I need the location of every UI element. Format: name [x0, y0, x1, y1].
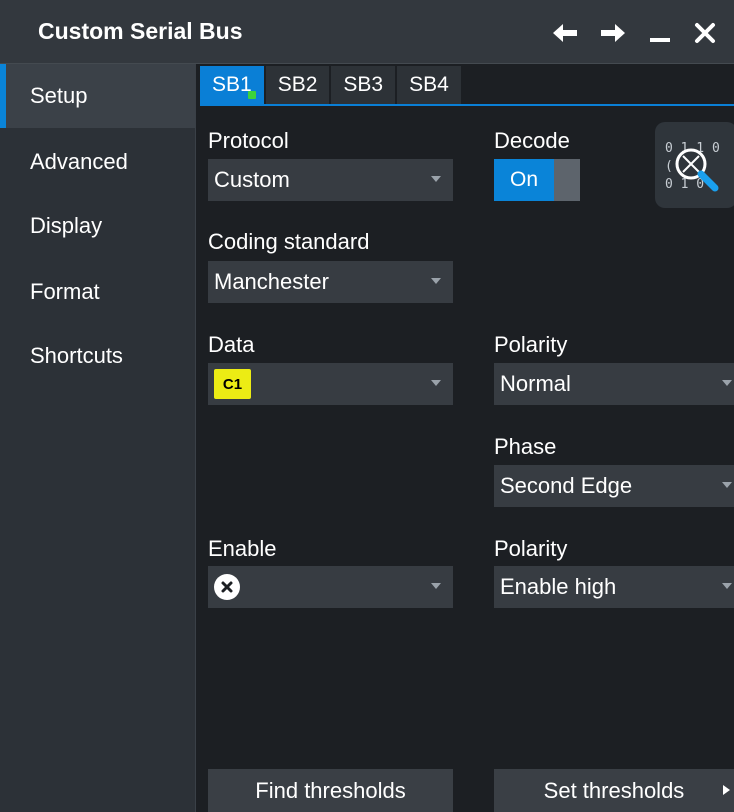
- tab-label: SB3: [343, 73, 384, 96]
- phase-value: Second Edge: [500, 473, 633, 498]
- enable-polarity-value: Enable high: [500, 574, 617, 599]
- data-polarity-select[interactable]: Normal: [494, 363, 734, 405]
- enable-polarity-select[interactable]: Enable high: [494, 566, 734, 608]
- chevron-down-icon: [722, 380, 732, 386]
- data-source-select[interactable]: C1: [208, 363, 453, 405]
- tab-sb1[interactable]: SB1: [200, 66, 264, 104]
- decode-search-icon[interactable]: 0 1 1 0 ( 0 0 1 0: [655, 122, 734, 208]
- chevron-down-icon: [431, 176, 441, 182]
- sidebar-item-shortcuts[interactable]: Shortcuts: [0, 324, 195, 388]
- tab-sb4[interactable]: SB4: [397, 66, 461, 104]
- title-bar: Custom Serial Bus: [0, 0, 734, 64]
- enable-polarity-label: Polarity: [494, 536, 568, 561]
- tab-label: SB4: [409, 73, 449, 96]
- phase-select[interactable]: Second Edge: [494, 465, 734, 507]
- svg-text:0 1 0: 0 1 0: [665, 177, 704, 192]
- sidebar-item-label: Display: [30, 213, 103, 238]
- data-label: Data: [208, 332, 255, 357]
- chevron-down-icon: [431, 583, 441, 589]
- button-label: Find thresholds: [255, 777, 406, 803]
- button-label: Set thresholds: [543, 777, 685, 803]
- tab-label: SB2: [277, 73, 318, 96]
- sidebar-item-label: Shortcuts: [30, 343, 123, 368]
- decode-label: Decode: [494, 128, 570, 153]
- sidebar-item-label: Format: [30, 279, 100, 304]
- dialog-title: Custom Serial Bus: [38, 18, 243, 44]
- chevron-down-icon: [722, 583, 732, 589]
- coding-standard-value: Manchester: [214, 269, 329, 294]
- chevron-down-icon: [722, 482, 732, 488]
- sidebar-item-setup[interactable]: Setup: [0, 64, 195, 128]
- sidebar: Setup Advanced Display Format Shortcuts: [0, 64, 196, 812]
- polarity-label: Polarity: [494, 332, 568, 357]
- set-thresholds-button[interactable]: Set thresholds: [494, 769, 734, 812]
- sidebar-item-format[interactable]: Format: [0, 260, 195, 324]
- chevron-down-icon: [431, 278, 441, 284]
- channel-chip: C1: [214, 369, 251, 399]
- sidebar-item-advanced[interactable]: Advanced: [0, 130, 195, 194]
- toggle-on-label: On: [494, 159, 554, 201]
- disabled-x-icon: [214, 574, 240, 600]
- coding-standard-label: Coding standard: [208, 229, 370, 254]
- coding-standard-select[interactable]: Manchester: [208, 261, 453, 303]
- tab-underline: [200, 104, 734, 106]
- protocol-value: Custom: [214, 167, 290, 192]
- data-polarity-value: Normal: [500, 371, 571, 396]
- sidebar-item-label: Setup: [30, 83, 88, 108]
- tab-label: SB1: [212, 73, 252, 96]
- submenu-arrow-icon: [723, 785, 730, 795]
- enable-label: Enable: [208, 536, 277, 561]
- tab-sb3[interactable]: SB3: [331, 66, 396, 104]
- tab-sb2[interactable]: SB2: [265, 66, 330, 104]
- status-dot-icon: [247, 91, 256, 99]
- arrow-right-icon[interactable]: [596, 14, 630, 52]
- setup-panel: SB1 SB2 SB3 SB4 Protocol Custom Decode O…: [196, 64, 734, 812]
- minimize-icon[interactable]: [643, 14, 677, 52]
- bus-tabs: SB1 SB2 SB3 SB4: [200, 66, 463, 104]
- sidebar-item-display[interactable]: Display: [0, 194, 195, 258]
- toggle-knob: [554, 159, 580, 201]
- chevron-down-icon: [431, 380, 441, 386]
- enable-source-select[interactable]: [208, 566, 453, 608]
- close-icon[interactable]: [688, 14, 722, 52]
- sidebar-item-label: Advanced: [30, 149, 128, 174]
- phase-label: Phase: [494, 434, 557, 459]
- arrow-left-icon[interactable]: [548, 14, 582, 52]
- protocol-select[interactable]: Custom: [208, 159, 453, 201]
- protocol-label: Protocol: [208, 128, 289, 153]
- find-thresholds-button[interactable]: Find thresholds: [208, 769, 453, 812]
- decode-toggle[interactable]: On: [494, 159, 580, 201]
